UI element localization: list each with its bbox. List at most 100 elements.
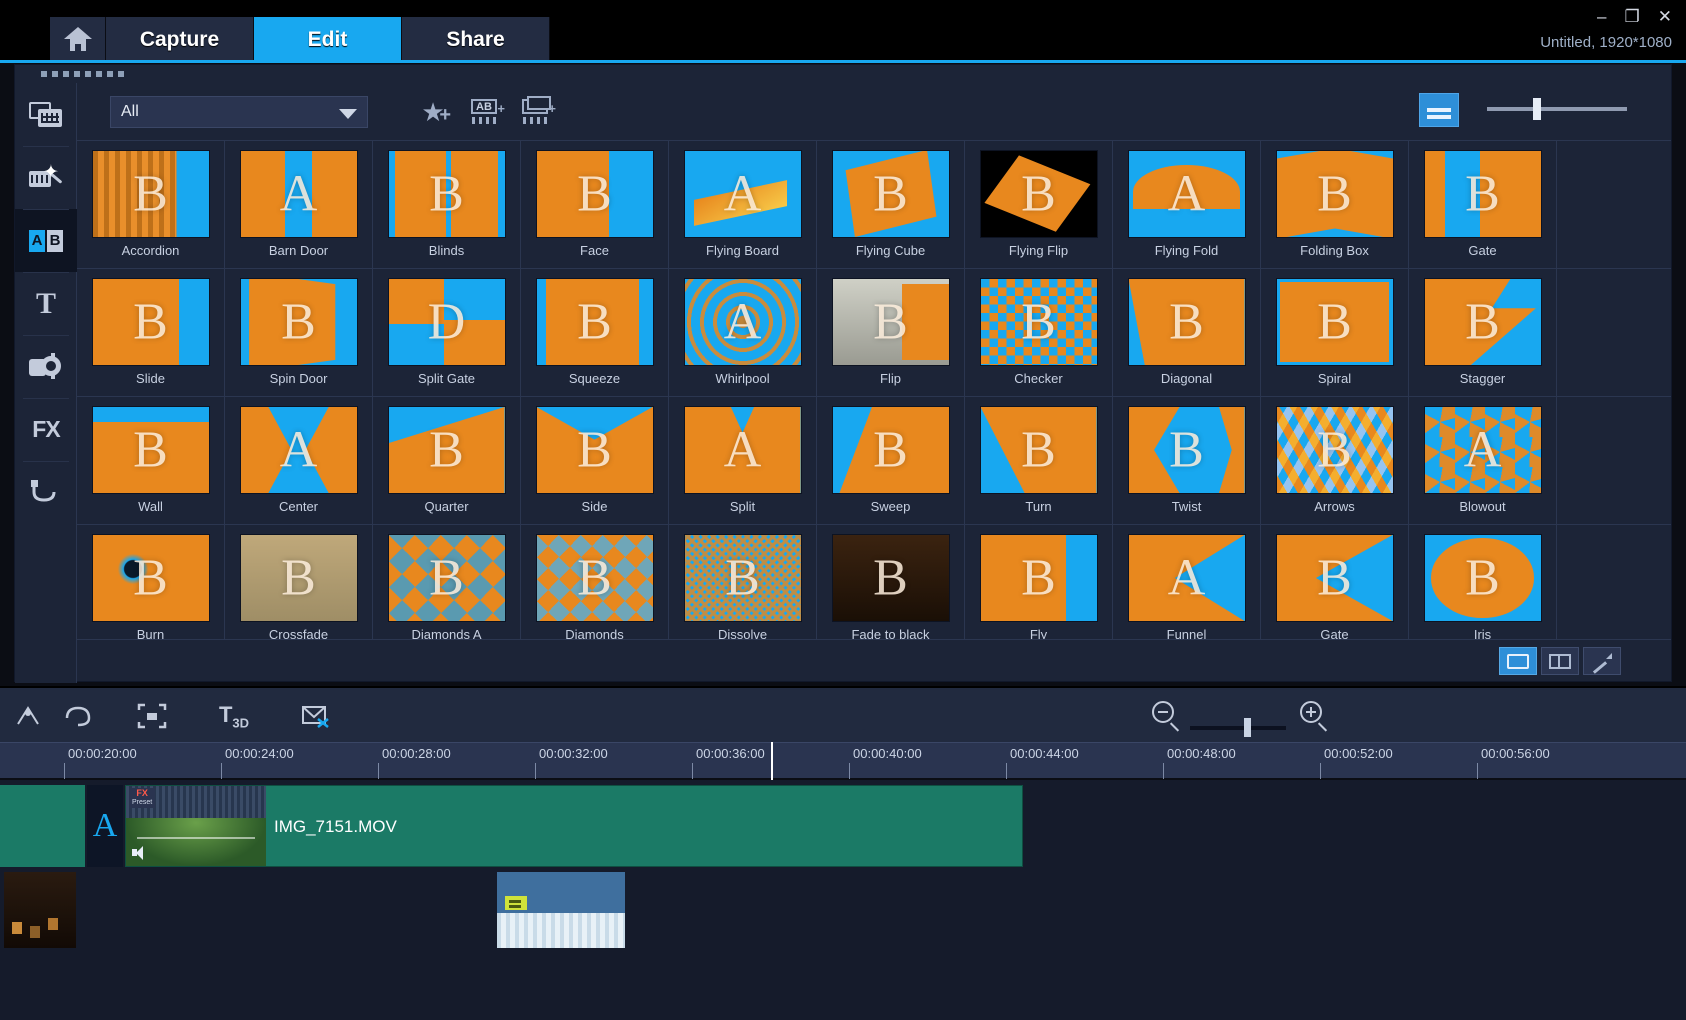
minimize-button[interactable]: –	[1597, 8, 1606, 25]
add-transition-button[interactable]: AB +	[466, 93, 506, 131]
transition-item[interactable]: B Twist	[1113, 397, 1261, 525]
transition-item[interactable]: B Burn	[77, 525, 225, 639]
title-3d-icon[interactable]: T3D	[210, 700, 258, 732]
edit-view-button[interactable]	[1583, 647, 1621, 675]
library-zoom-knob[interactable]	[1533, 98, 1541, 120]
transition-item[interactable]: B Crossfade	[225, 525, 373, 639]
sidebar-item-graphics[interactable]	[15, 335, 77, 398]
timeline-toolbar: T3D ↔ 0:00:44:013	[0, 686, 1686, 742]
transition-item[interactable]: B Iris	[1409, 525, 1557, 639]
transition-thumb-letter: B	[577, 293, 612, 351]
transition-item[interactable]: B Accordion	[77, 141, 225, 269]
transition-label: Funnel	[1166, 627, 1207, 639]
add-to-favorites-button[interactable]: ★ +	[413, 93, 453, 131]
transition-item[interactable]: B Turn	[965, 397, 1113, 525]
sidebar-item-titles[interactable]: T	[15, 272, 77, 335]
panel-grip-handle[interactable]	[41, 71, 124, 77]
timeline-ruler[interactable]: 00:00:20:00 00:00:24:00 00:00:28:00 00:00:3…	[0, 742, 1686, 779]
tab-home[interactable]	[50, 17, 106, 62]
transition-thumb-letter: B	[873, 549, 908, 607]
sidebar-item-transitions[interactable]: AB	[15, 209, 77, 272]
transition-item[interactable]: B Fly	[965, 525, 1113, 639]
transition-item[interactable]: B Folding Box	[1261, 141, 1409, 269]
transition-item[interactable]: B Flying Cube	[817, 141, 965, 269]
transition-filter-dropdown[interactable]: All	[110, 96, 368, 128]
timeline-view-button[interactable]	[1499, 647, 1537, 675]
tab-edit[interactable]: Edit	[254, 17, 402, 62]
transition-item[interactable]: B Diagonal	[1113, 269, 1261, 397]
restore-button[interactable]: ❐	[1625, 8, 1640, 25]
library-zoom-slider[interactable]	[1487, 98, 1627, 120]
transition-item[interactable]: A Funnel	[1113, 525, 1261, 639]
transition-item[interactable]: B Spiral	[1261, 269, 1409, 397]
mixer-icon[interactable]	[8, 700, 48, 732]
transition-item[interactable]: B Squeeze	[521, 269, 669, 397]
main-tab-strip: Capture Edit Share	[50, 17, 550, 62]
transition-item[interactable]: B Diamonds A	[373, 525, 521, 639]
transition-item[interactable]: A Split	[669, 397, 817, 525]
transition-item[interactable]: B Side	[521, 397, 669, 525]
zoom-out-button[interactable]	[1152, 701, 1182, 731]
transition-thumbnail: B	[387, 406, 506, 494]
overlay-clip-1[interactable]	[4, 872, 76, 948]
transition-item[interactable]: B Face	[521, 141, 669, 269]
transition-item[interactable]: D Split Gate	[373, 269, 521, 397]
crop-marquee-icon[interactable]	[132, 700, 172, 732]
transition-label: Burn	[136, 627, 165, 639]
overlay-clip-2[interactable]	[497, 872, 625, 948]
ruler-tick-label: 00:00:28:00	[382, 746, 451, 761]
media-icon	[29, 101, 63, 128]
transition-item[interactable]: B Wall	[77, 397, 225, 525]
transition-item[interactable]: B Fade to black	[817, 525, 965, 639]
transition-item[interactable]: B Gate	[1261, 525, 1409, 639]
transition-item[interactable]: B Flying Flip	[965, 141, 1113, 269]
sidebar-item-effects[interactable]: FX	[15, 398, 77, 461]
transition-thumb-letter: B	[577, 549, 612, 607]
transition-item[interactable]: B Quarter	[373, 397, 521, 525]
tab-capture[interactable]: Capture	[106, 17, 254, 62]
transition-thumb-letter: B	[873, 421, 908, 479]
sidebar-item-path[interactable]	[15, 461, 77, 524]
tab-share[interactable]: Share	[402, 17, 550, 62]
clip-img7151[interactable]: FX Preset IMG_7151.MOV	[125, 785, 1023, 867]
transition-thumbnail: B	[387, 534, 506, 622]
transition-thumb-letter: B	[577, 421, 612, 479]
transition-item[interactable]: B Sweep	[817, 397, 965, 525]
list-view-button[interactable]	[1419, 93, 1459, 127]
chevron-down-icon	[339, 109, 357, 119]
sidebar-item-instant-project[interactable]: ✦	[15, 146, 77, 209]
transition-item[interactable]: B Arrows	[1261, 397, 1409, 525]
transition-item[interactable]: B Dissolve	[669, 525, 817, 639]
sidebar-item-media-library[interactable]	[15, 83, 77, 146]
timeline-zoom-slider[interactable]	[1190, 718, 1286, 737]
batch-convert-icon[interactable]	[296, 700, 336, 732]
transition-item[interactable]: A Blowout	[1409, 397, 1557, 525]
transition-item[interactable]: B Spin Door	[225, 269, 373, 397]
transition-item[interactable]: B Gate	[1409, 141, 1557, 269]
clip-preceding[interactable]	[0, 785, 85, 867]
zoom-in-button[interactable]	[1300, 701, 1330, 731]
transition-marker[interactable]: A	[87, 785, 123, 867]
transition-item[interactable]: B Flip	[817, 269, 965, 397]
add-transition-all-button[interactable]: AB+	[517, 93, 557, 131]
transition-item[interactable]: B Checker	[965, 269, 1113, 397]
close-button[interactable]: ✕	[1658, 8, 1672, 25]
transition-item[interactable]: A Center	[225, 397, 373, 525]
playhead[interactable]	[771, 742, 773, 780]
transition-item[interactable]: A Flying Fold	[1113, 141, 1261, 269]
transition-item[interactable]: B Stagger	[1409, 269, 1557, 397]
transition-item[interactable]: B Diamonds	[521, 525, 669, 639]
ab-add-icon: AB +	[471, 99, 505, 125]
transition-thumb-letter: A	[279, 421, 318, 479]
ruler-tick-label: 00:00:36:00	[696, 746, 765, 761]
timeline-zoom-knob[interactable]	[1244, 718, 1251, 737]
transition-item[interactable]: A Barn Door	[225, 141, 373, 269]
fx-badge-title: FX	[136, 788, 148, 798]
transition-item[interactable]: A Whirlpool	[669, 269, 817, 397]
undo-arrow-icon[interactable]	[58, 700, 98, 732]
storyboard-view-button[interactable]	[1541, 647, 1579, 675]
transition-item[interactable]: B Slide	[77, 269, 225, 397]
transition-item[interactable]: B Blinds	[373, 141, 521, 269]
transition-thumbnail: B	[1127, 406, 1246, 494]
transition-item[interactable]: A Flying Board	[669, 141, 817, 269]
